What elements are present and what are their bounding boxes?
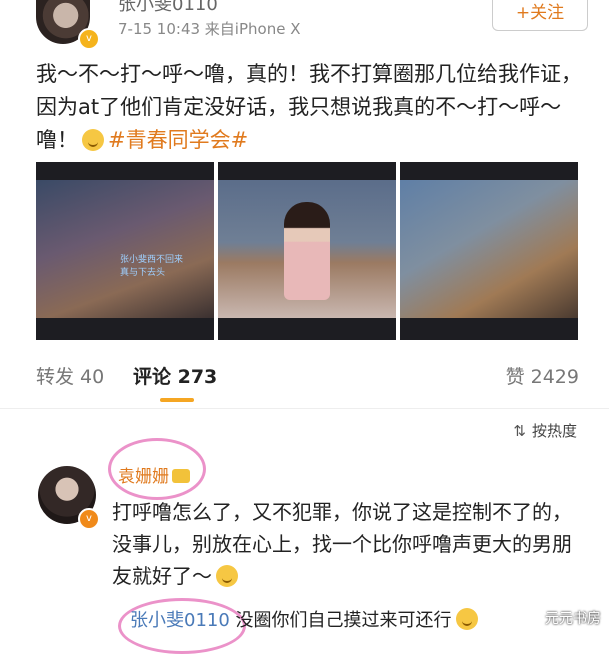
video-still	[36, 180, 214, 318]
sort-toggle[interactable]: ⇅ 按热度	[513, 420, 577, 441]
sort-icon: ⇅	[513, 422, 526, 440]
thumbnail-2[interactable]	[218, 162, 396, 340]
commenter-username[interactable]: 袁姗姗	[118, 462, 190, 487]
divider	[0, 408, 609, 409]
tongue-emoji-icon	[216, 565, 238, 587]
post-text: 我～不～打～呼～噜，真的！我不打算圈那几位给我作证，因为at了他们肯定没好话，我…	[36, 58, 584, 157]
repost-count[interactable]: 转发 40	[36, 362, 104, 389]
like-count[interactable]: 赞 2429	[506, 362, 579, 389]
comment-count-tab[interactable]: 评论 273	[133, 362, 217, 389]
comment-body: 打呼噜怎么了，又不犯罪，你说了这是控制不了的，没事儿，别放在心上，找一个比你呼噜…	[112, 500, 572, 588]
comment-text: 打呼噜怎么了，又不犯罪，你说了这是控制不了的，没事儿，别放在心上，找一个比你呼噜…	[112, 496, 582, 592]
thumbnail-1[interactable]: 张小斐西不回来 真与下去头	[36, 162, 214, 340]
active-tab-indicator	[160, 398, 194, 402]
watermark: 元元书房	[545, 611, 601, 627]
post-meta: 7-15 10:43 来自iPhone X	[118, 20, 301, 38]
smile-emoji-icon	[82, 129, 104, 151]
smile-emoji-icon	[455, 608, 478, 630]
reply-username[interactable]: 张小斐0110	[130, 610, 230, 631]
commenter-name[interactable]: 袁姗姗	[118, 467, 169, 487]
thumbnail-3[interactable]	[400, 162, 578, 340]
hashtag-link[interactable]: #青春同学会#	[108, 128, 248, 152]
sort-label: 按热度	[531, 422, 577, 440]
reply-line: 张小斐0110 没圈你们自己摸过来可还行	[130, 606, 482, 632]
reply-text: 没圈你们自己摸过来可还行	[235, 610, 452, 631]
poster-username[interactable]: 张小斐0110	[118, 0, 218, 16]
person-figure	[284, 202, 330, 300]
video-still	[400, 180, 578, 318]
follow-button[interactable]: +关注	[492, 0, 588, 31]
verified-badge-icon: v	[78, 28, 100, 50]
member-tag-icon	[172, 469, 190, 483]
verified-badge-icon: v	[78, 508, 100, 530]
thumbnail-caption: 张小斐西不回来 真与下去头	[120, 255, 184, 278]
